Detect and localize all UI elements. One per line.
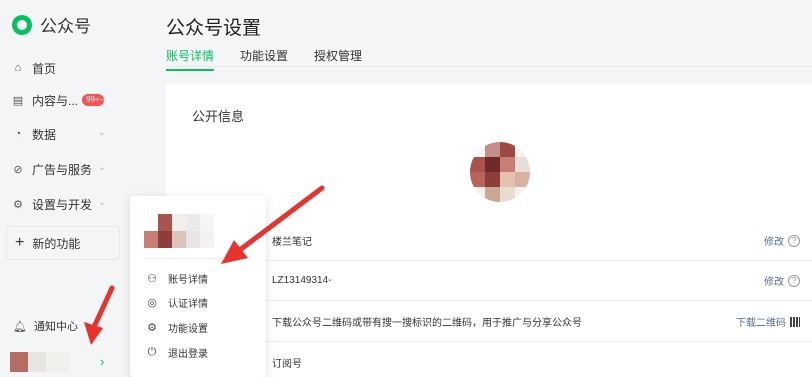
chevron-down-icon: ⌄: [97, 93, 106, 104]
tab-account-details[interactable]: 账号详情: [166, 47, 215, 71]
sidebar-item-label: 数据: [32, 127, 57, 142]
notification-center[interactable]: 🔔︎ 通知中心: [13, 318, 78, 334]
page-title: 公众号设置: [166, 18, 262, 39]
section-title: 公开信息: [192, 109, 245, 124]
logo[interactable]: 公众号: [12, 12, 91, 37]
sidebar-item-content[interactable]: ▤ 内容与... 99+ ⌄: [12, 90, 116, 110]
sidebar-item-home[interactable]: ⌂ 首页: [12, 58, 116, 78]
menu-item-verification[interactable]: ◎ 认证详情: [146, 294, 208, 310]
sidebar-item-label: 设置与开发: [32, 197, 93, 212]
menu-item-label: 认证详情: [168, 298, 208, 310]
edit-name-action: 修改 ?: [764, 233, 800, 248]
account-id-value: LZ13149314-: [272, 275, 332, 286]
logo-text: 公众号: [40, 17, 91, 36]
chevron-down-icon: ⌄: [97, 127, 106, 138]
account-avatar[interactable]: [10, 352, 70, 372]
qrcode-icon[interactable]: [790, 316, 800, 327]
sidebar-item-data[interactable]: ◔ 数据 ⌄: [12, 124, 116, 144]
compass-icon: ⊘: [13, 163, 23, 176]
tab-function-settings[interactable]: 功能设置: [240, 47, 288, 71]
sidebar-item-settings-dev[interactable]: ⚙ 设置与开发 ⌄: [12, 194, 116, 214]
download-qrcode-action: 下载二维码: [736, 314, 800, 329]
wechat-official-account-logo-icon: [12, 14, 32, 35]
chart-pie-icon: ◔: [14, 128, 22, 140]
qrcode-description: 下载公众号二维码或带有搜一搜标识的二维码，用于推广与分享公众号: [272, 318, 582, 329]
edit-id-action: 修改 ?: [764, 273, 800, 288]
tab-divider: [166, 66, 812, 67]
chevron-down-icon: ⌄: [97, 162, 106, 173]
verified-check-icon: ◎: [147, 296, 157, 309]
account-name-value: 楼兰笔记: [272, 237, 312, 248]
power-icon: ⏻: [147, 345, 157, 358]
tab-bar: 账号详情 功能设置 授权管理: [166, 47, 362, 71]
new-function-button[interactable]: + 新的功能: [6, 226, 120, 260]
edit-link[interactable]: 修改: [764, 233, 784, 248]
menu-item-function-settings[interactable]: ⚙ 功能设置: [146, 319, 208, 335]
help-icon[interactable]: ?: [788, 234, 800, 247]
sidebar-item-ads-services[interactable]: ⊘ 广告与服务 ⌄: [12, 159, 116, 179]
user-icon: ⚇: [147, 272, 157, 285]
help-icon[interactable]: ?: [788, 274, 800, 287]
edit-link[interactable]: 修改: [764, 273, 784, 288]
chevron-down-icon: ⌄: [97, 197, 106, 208]
tab-authorization[interactable]: 授权管理: [314, 47, 362, 71]
menu-item-label: 账号详情: [168, 274, 208, 286]
account-popup-menu: ⚇ 账号详情 ◎ 认证详情 ⚙ 功能设置 ⏻ 退出登录: [130, 196, 266, 377]
home-icon: ⌂: [14, 62, 22, 74]
account-type-value: 订阅号: [272, 358, 302, 370]
download-qrcode-link[interactable]: 下载二维码: [736, 314, 786, 329]
plus-icon: +: [15, 234, 25, 251]
gear-icon: ⚙: [13, 198, 23, 211]
bell-icon: 🔔︎: [13, 320, 27, 333]
menu-item-logout[interactable]: ⏻ 退出登录: [146, 344, 208, 360]
new-function-label: 新的功能: [32, 236, 81, 251]
menu-item-label: 功能设置: [168, 323, 208, 335]
notification-center-label: 通知中心: [34, 321, 78, 333]
menu-item-account-details[interactable]: ⚇ 账号详情: [146, 270, 208, 286]
popup-account-avatar: [144, 214, 228, 248]
chevron-right-icon[interactable]: ›: [100, 354, 104, 369]
sidebar: 公众号 ⌂ 首页 ▤ 内容与... 99+ ⌄ ◔ 数据 ⌄ ⊘ 广告与服务 ⌄…: [0, 0, 122, 377]
sidebar-item-label: 首页: [32, 61, 57, 76]
menu-item-label: 退出登录: [168, 348, 208, 360]
document-icon: ▤: [12, 94, 24, 107]
popup-divider: [144, 258, 252, 259]
profile-avatar[interactable]: [470, 142, 530, 202]
sidebar-item-label: 内容与...: [32, 93, 79, 108]
sidebar-item-label: 广告与服务: [32, 162, 93, 177]
gear-icon: ⚙: [147, 321, 157, 334]
